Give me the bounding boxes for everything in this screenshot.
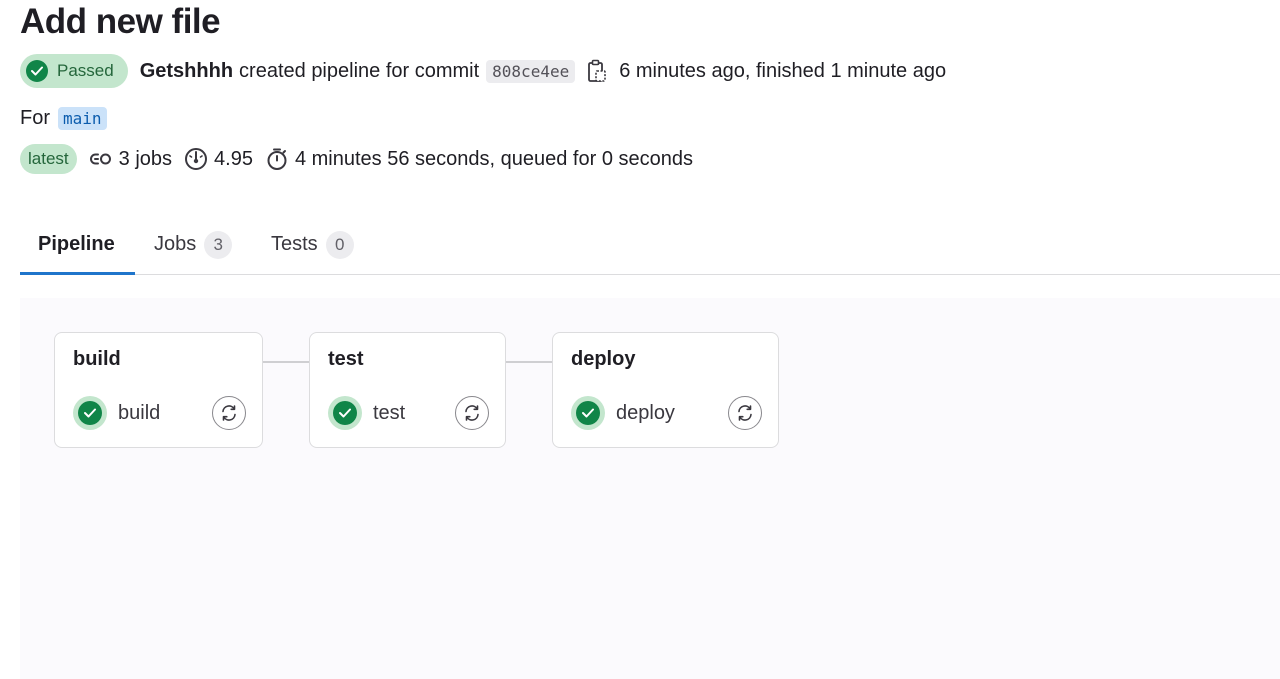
job-name[interactable]: deploy	[616, 402, 675, 425]
duration-text: 4 minutes 56 seconds, queued for 0 secon…	[294, 147, 693, 170]
job-deploy[interactable]: deploy	[571, 396, 762, 430]
check-circle-icon	[333, 401, 357, 425]
tab-pipeline[interactable]: Pipeline	[38, 216, 115, 273]
job-status-success	[571, 396, 605, 430]
tests-count-badge: 0	[325, 230, 354, 259]
status-label: Passed	[57, 61, 114, 80]
copy-icon	[588, 59, 607, 82]
tab-tests-label: Tests	[271, 233, 318, 255]
job-test[interactable]: test	[328, 396, 489, 430]
jobs-count-badge: 3	[204, 230, 233, 259]
stage-test: test test	[309, 332, 506, 448]
tab-jobs[interactable]: Jobs 3	[154, 216, 233, 273]
pipeline-summary: Passed Getshhhh created pipeline for com…	[20, 54, 946, 88]
branch-link[interactable]: main	[58, 106, 107, 130]
tab-pipeline-label: Pipeline	[38, 233, 115, 255]
pipeline-link-icon	[89, 153, 111, 165]
stopwatch-icon	[267, 148, 287, 170]
check-circle-icon	[78, 401, 102, 425]
active-tab-indicator	[20, 272, 135, 275]
status-badge[interactable]: Passed	[20, 54, 128, 88]
pipeline-meta: latest 3 jobs 4.95 4 minutes 56 seconds,…	[20, 144, 693, 174]
jobs-count: 3 jobs	[89, 148, 172, 171]
copy-sha-button[interactable]	[587, 59, 607, 83]
pipeline-graph: build build test test deploy deploy	[20, 298, 1280, 679]
job-name[interactable]: build	[118, 402, 160, 425]
action-text: created pipeline for commit	[239, 59, 480, 82]
for-label: For	[20, 106, 50, 129]
page-title: Add new file	[20, 2, 221, 41]
commit-sha-link[interactable]: 808ce4ee	[486, 59, 576, 83]
stage-connector	[262, 361, 310, 363]
latest-badge: latest	[20, 144, 77, 174]
tab-jobs-label: Jobs	[154, 233, 197, 255]
stage-deploy: deploy deploy	[552, 332, 779, 448]
retry-icon	[738, 405, 752, 421]
tab-tests[interactable]: Tests 0	[271, 216, 354, 273]
branch-row: For main	[20, 104, 107, 132]
job-build[interactable]: build	[73, 396, 246, 430]
retry-icon	[222, 405, 236, 421]
retry-job-button[interactable]	[728, 396, 762, 430]
retry-icon	[465, 405, 479, 421]
compute-usage: 4.95	[184, 147, 253, 171]
stage-title: test	[328, 348, 364, 370]
check-circle-icon	[576, 401, 600, 425]
check-circle-icon	[26, 60, 48, 82]
pipeline-time: 6 minutes ago, finished 1 minute ago	[619, 59, 947, 82]
jobs-count-text: 3 jobs	[118, 147, 173, 170]
stage-title: build	[73, 348, 121, 370]
stage-title: deploy	[571, 348, 636, 370]
stage-build: build build	[54, 332, 263, 448]
job-name[interactable]: test	[373, 402, 405, 425]
retry-job-button[interactable]	[455, 396, 489, 430]
author-link[interactable]: Getshhhh	[140, 60, 233, 83]
compute-text: 4.95	[214, 147, 253, 170]
pipeline-tabs: Pipeline Jobs 3 Tests 0	[20, 216, 1280, 275]
stage-connector	[505, 361, 553, 363]
job-status-success	[328, 396, 362, 430]
duration: 4 minutes 56 seconds, queued for 0 secon…	[265, 147, 693, 171]
retry-job-button[interactable]	[212, 396, 246, 430]
job-status-success	[73, 396, 107, 430]
gauge-icon	[185, 148, 208, 170]
